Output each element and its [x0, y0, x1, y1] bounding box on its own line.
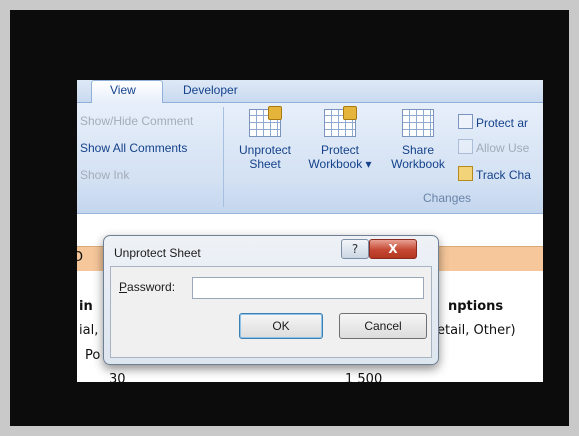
excel-screen: View Developer Show/Hide Comment Show Al…: [77, 80, 543, 382]
group-separator: [223, 107, 224, 207]
protect-and-share-button[interactable]: Protect ar: [458, 114, 528, 130]
allow-users-icon: [458, 139, 473, 154]
dialog-title: Unprotect Sheet: [114, 246, 201, 260]
share-workbook-label-1: Share: [401, 143, 435, 157]
show-all-comments-button[interactable]: Show All Comments: [80, 141, 187, 155]
sheet-left-header: in: [79, 299, 93, 314]
sheet-left-cell-2: Po: [85, 348, 101, 363]
protect-share-icon: [458, 114, 473, 129]
unprotect-sheet-icon: [249, 106, 282, 137]
share-workbook-icon: [402, 109, 434, 137]
tab-developer[interactable]: Developer: [183, 83, 238, 97]
share-workbook-button[interactable]: Share Workbook: [383, 109, 453, 171]
password-label-accelerator: P: [119, 280, 128, 294]
unprotect-sheet-button[interactable]: Unprotect Sheet: [231, 106, 299, 171]
password-label-rest: assword:: [127, 280, 176, 294]
password-field[interactable]: [192, 277, 424, 299]
unprotect-sheet-label-1: Unprotect: [238, 143, 292, 157]
sheet-right-cell: etail, Other): [437, 323, 516, 338]
ribbon-tab-row: View Developer: [77, 80, 543, 104]
track-changes-icon: [458, 166, 473, 181]
show-hide-comment-button[interactable]: Show/Hide Comment: [80, 114, 193, 128]
ribbon-panel: Show/Hide Comment Show All Comments Show…: [77, 103, 543, 214]
protect-workbook-icon: [324, 106, 357, 137]
protect-and-share-label: Protect ar: [476, 116, 529, 130]
help-button[interactable]: ?: [341, 239, 369, 259]
share-workbook-label-2: Workbook: [391, 157, 445, 171]
unprotect-sheet-label-2: Sheet: [249, 157, 281, 171]
show-ink-button[interactable]: Show Ink: [80, 168, 129, 182]
tab-view[interactable]: View: [110, 83, 136, 97]
cancel-button[interactable]: Cancel: [339, 313, 427, 339]
track-changes-button[interactable]: Track Cha: [458, 166, 531, 182]
allow-users-label: Allow Use: [476, 141, 530, 155]
password-label: Password:: [119, 280, 175, 294]
protect-workbook-button[interactable]: Protect Workbook ▾: [301, 106, 379, 171]
sheet-cell-1500: 1 500: [345, 372, 383, 382]
sheet-right-header: nptions: [448, 299, 504, 314]
changes-group-label: Changes: [423, 191, 472, 205]
allow-users-button[interactable]: Allow Use: [458, 139, 529, 155]
ok-button[interactable]: OK: [239, 313, 323, 339]
sheet-bar-fragment: D: [77, 250, 84, 265]
sheet-cell-30: 30: [109, 372, 126, 382]
video-frame: View Developer Show/Hide Comment Show Al…: [10, 10, 569, 426]
protect-workbook-label-2: Workbook ▾: [308, 157, 372, 171]
dialog-client-area: Password: OK Cancel: [110, 266, 432, 358]
sheet-left-cell: ial,: [79, 323, 99, 338]
close-button[interactable]: X: [369, 239, 417, 259]
protect-workbook-label-1: Protect: [320, 143, 359, 157]
track-changes-label: Track Cha: [476, 168, 531, 182]
unprotect-sheet-dialog: Unprotect Sheet ? X Password: OK Cancel: [103, 235, 439, 365]
